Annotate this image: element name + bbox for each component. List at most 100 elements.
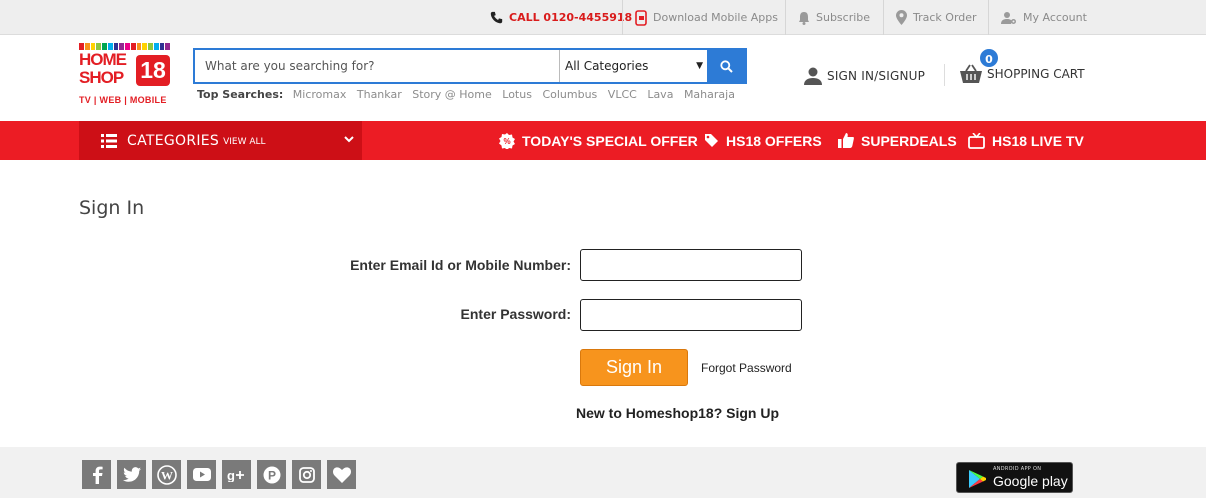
thumbs-up-icon (838, 133, 854, 148)
svg-text:W: W (161, 468, 173, 482)
logo-stripe (125, 43, 130, 50)
logo-stripe (148, 43, 153, 50)
top-search-link[interactable]: Story @ Home (412, 88, 492, 101)
logo-tagline: TV | WEB | MOBILE (79, 95, 167, 105)
top-utility-bar: CALL 0120-4455918 Download Mobile Apps S… (0, 0, 1206, 35)
google-play-small-text: ANDROID APP ON (993, 466, 1042, 472)
youtube-icon[interactable] (187, 460, 216, 489)
categories-label: CATEGORIES (127, 132, 220, 149)
tv-icon (968, 132, 985, 149)
my-account-link[interactable]: My Account (988, 0, 1088, 35)
my-account-label: My Account (1023, 11, 1087, 24)
heart-icon[interactable] (327, 460, 356, 489)
email-field-label: Enter Email Id or Mobile Number: (350, 257, 571, 273)
hs18-offers-label: HS18 OFFERS (726, 132, 822, 149)
email-field[interactable] (580, 249, 802, 281)
google-play-icon (969, 470, 986, 488)
sign-in-button[interactable]: Sign In (580, 349, 688, 386)
logo-stripe (136, 43, 142, 50)
password-field[interactable] (580, 299, 802, 331)
search-input[interactable] (195, 50, 559, 82)
logo-stripe (102, 43, 107, 50)
homeshop18-logo[interactable]: HOME SHOP 18 TV | WEB | MOBILE (79, 43, 171, 109)
caret-down-icon: ▼ (696, 61, 703, 71)
category-select-value: All Categories (565, 59, 649, 73)
forgot-password-link[interactable]: Forgot Password (701, 361, 792, 375)
logo-stripe (142, 43, 147, 50)
search-button[interactable] (707, 50, 745, 82)
footer: W g P ANDROID APP ON Google play (0, 447, 1206, 498)
category-select[interactable]: All Categories ▼ (559, 50, 709, 82)
bell-icon (799, 11, 809, 25)
signin-signup-label: SIGN IN/SIGNUP (827, 69, 926, 83)
top-searches-label: Top Searches: (197, 88, 284, 101)
top-search-link[interactable]: Micromax (293, 88, 347, 101)
download-apps-link[interactable]: Download Mobile Apps (622, 0, 785, 35)
google-plus-icon[interactable]: g (222, 460, 251, 489)
track-order-link[interactable]: Track Order (883, 0, 988, 35)
call-link[interactable]: CALL 0120-4455918 (480, 0, 632, 35)
top-search-link[interactable]: Lava (647, 88, 673, 101)
top-search-link[interactable]: Columbus (542, 88, 597, 101)
top-search-link[interactable]: Lotus (502, 88, 532, 101)
twitter-icon[interactable] (117, 460, 146, 489)
chevron-down-icon (344, 136, 354, 143)
logo-number: 18 (136, 55, 170, 86)
cart-count-badge: 0 (978, 47, 1000, 69)
user-gear-icon (1001, 11, 1016, 24)
track-order-label: Track Order (913, 11, 977, 24)
logo-line1: HOME (79, 50, 127, 69)
call-label: CALL 0120-4455918 (509, 11, 633, 24)
search-icon (719, 59, 733, 73)
top-search-link[interactable]: Maharaja (684, 88, 735, 101)
hs18-live-tv-link[interactable]: HS18 LIVE TV (968, 121, 1084, 160)
google-play-text: Google play (993, 473, 1068, 489)
top-search-link[interactable]: Thankar (357, 88, 402, 101)
svg-text:g: g (227, 468, 235, 482)
logo-stripe (90, 43, 96, 50)
page-title: Sign In (79, 197, 145, 219)
logo-stripe (107, 43, 113, 50)
superdeals-link[interactable]: SUPERDEALS (838, 121, 957, 160)
todays-special-offer-link[interactable]: % TODAY'S SPECIAL OFFER (499, 121, 698, 160)
new-user-text: New to Homeshop18? (576, 405, 723, 421)
top-search-link[interactable]: VLCC (608, 88, 637, 101)
instagram-icon[interactable] (292, 460, 321, 489)
sign-up-link[interactable]: Sign Up (726, 405, 779, 421)
logo-stripe (159, 43, 165, 50)
user-icon (804, 67, 822, 85)
google-play-badge[interactable]: ANDROID APP ON Google play (956, 462, 1073, 493)
todays-special-offer-label: TODAY'S SPECIAL OFFER (522, 132, 698, 149)
basket-icon (960, 64, 982, 83)
categories-menu[interactable]: CATEGORIES VIEW ALL (79, 121, 362, 160)
svg-text:%: % (503, 137, 510, 146)
logo-stripe (165, 43, 170, 50)
password-field-label: Enter Password: (460, 306, 571, 322)
list-icon (101, 133, 117, 148)
facebook-icon[interactable] (82, 460, 111, 489)
search-bar: All Categories ▼ (193, 48, 747, 84)
subscribe-label: Subscribe (816, 11, 871, 24)
logo-stripe (153, 43, 159, 50)
logo-stripe (130, 43, 136, 50)
view-all-label: VIEW ALL (223, 137, 266, 147)
logo-line2: SHOP (79, 68, 124, 87)
logo-stripe (84, 43, 90, 50)
wordpress-icon[interactable]: W (152, 460, 181, 489)
logo-stripe (96, 43, 101, 50)
social-links: W g P (82, 460, 362, 489)
phone-icon (490, 11, 503, 24)
logo-stripe (119, 43, 124, 50)
mobile-app-icon (635, 9, 647, 26)
logo-stripe (113, 43, 119, 50)
shopping-cart-label: SHOPPING CART (987, 67, 1085, 81)
tag-icon (705, 134, 718, 147)
shopping-cart-link[interactable]: SHOPPING CART (959, 64, 1085, 84)
subscribe-link[interactable]: Subscribe (785, 0, 883, 35)
svg-text:P: P (267, 468, 275, 482)
pinterest-icon[interactable]: P (257, 460, 286, 489)
header-divider (944, 64, 945, 86)
badge-percent-icon: % (499, 132, 515, 149)
signin-signup-link[interactable]: SIGN IN/SIGNUP (803, 66, 925, 86)
hs18-offers-link[interactable]: HS18 OFFERS (704, 121, 822, 160)
